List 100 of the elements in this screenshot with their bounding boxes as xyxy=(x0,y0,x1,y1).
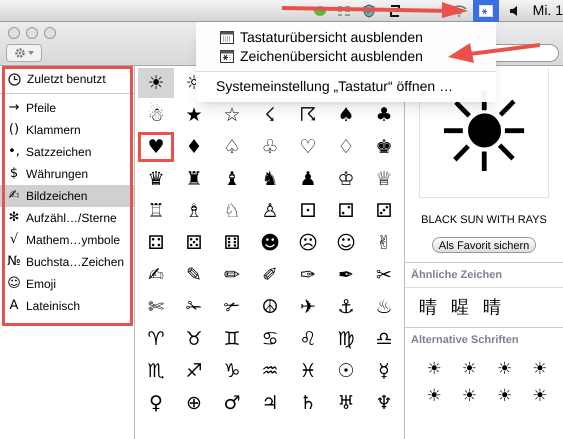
character-cell[interactable]: ☇ xyxy=(252,100,288,130)
menu-item[interactable]: Tastaturübersicht ausblenden xyxy=(220,28,423,47)
character-cell[interactable]: ♠ xyxy=(328,100,364,130)
alternative-glyph[interactable]: ☀ xyxy=(462,388,477,404)
character-cell[interactable]: ♙ xyxy=(252,196,288,226)
sidebar-item[interactable]: Zuletzt benutzt xyxy=(0,68,134,90)
character-cell[interactable]: ♔ xyxy=(328,164,364,194)
similar-character[interactable]: 暒 xyxy=(451,294,469,321)
character-cell[interactable]: ☃ xyxy=(138,100,174,130)
character-cell[interactable]: ☆ xyxy=(214,100,250,130)
character-cell[interactable]: ♍ xyxy=(328,324,364,354)
menu-item[interactable]: Zeichenübersicht ausblenden xyxy=(220,47,423,66)
character-cell[interactable]: ♈ xyxy=(138,324,174,354)
character-cell[interactable]: ✏ xyxy=(214,260,250,290)
sidebar-item[interactable]: № Buchsta…Zeichen xyxy=(0,251,134,273)
character-cell[interactable]: ♆ xyxy=(366,388,402,418)
alternative-glyph[interactable]: ☀ xyxy=(532,388,548,404)
character-cell[interactable]: ✐ xyxy=(252,260,288,290)
character-cell[interactable]: ⚀ xyxy=(290,196,326,226)
zoom-button[interactable] xyxy=(44,27,56,39)
character-cell[interactable]: ♜ xyxy=(176,164,212,194)
character-cell[interactable]: ♛ xyxy=(138,164,174,194)
menu-clock[interactable]: Mi. 1 xyxy=(532,0,563,21)
character-cell[interactable]: ♑ xyxy=(214,356,250,386)
character-cell[interactable]: ♏ xyxy=(138,356,174,386)
leaf-icon[interactable] xyxy=(312,4,327,18)
character-cell[interactable]: ☻ xyxy=(252,228,288,258)
character-cell[interactable]: ⚄ xyxy=(176,228,212,258)
character-cell[interactable]: ✒ xyxy=(328,260,364,290)
minimize-button[interactable] xyxy=(26,27,38,39)
character-cell[interactable]: ♓ xyxy=(290,356,326,386)
character-cell[interactable]: ♦ xyxy=(176,132,212,162)
character-cell[interactable]: ♀ xyxy=(138,388,174,418)
character-cell[interactable]: ☿ xyxy=(366,356,402,386)
character-cell[interactable]: ♡ xyxy=(290,132,326,162)
similar-character[interactable]: 晴 xyxy=(483,294,501,321)
character-cell[interactable]: ♒ xyxy=(252,356,288,386)
character-cell[interactable]: ♂ xyxy=(214,388,250,418)
character-cell[interactable]: ✃ xyxy=(214,292,250,322)
character-cell[interactable]: ⚅ xyxy=(214,228,250,258)
alternative-glyph[interactable]: ☀ xyxy=(497,388,512,404)
character-cell[interactable]: ⚃ xyxy=(138,228,174,258)
character-cell[interactable]: ♉ xyxy=(176,324,212,354)
sidebar-item[interactable]: ☺ Emoji xyxy=(0,273,134,295)
character-cell[interactable]: ♚ xyxy=(366,132,402,162)
character-cell[interactable]: ♘ xyxy=(214,196,250,226)
character-cell[interactable]: ♝ xyxy=(214,164,250,194)
character-cell[interactable]: ☈ xyxy=(290,100,326,130)
character-cell[interactable]: ♟ xyxy=(290,164,326,194)
favorite-button[interactable]: Als Favorit sichern xyxy=(432,236,536,252)
character-cell[interactable]: ✍ xyxy=(138,260,174,290)
character-cell[interactable]: ♌ xyxy=(290,324,326,354)
character-cell[interactable]: ☹ xyxy=(290,228,326,258)
character-cell[interactable]: ♞ xyxy=(252,164,288,194)
character-cell[interactable]: ♐ xyxy=(176,356,212,386)
character-cell[interactable]: ♅ xyxy=(328,388,364,418)
alternative-glyph[interactable]: ☀ xyxy=(497,360,512,378)
sidebar-item[interactable]: () Klammern xyxy=(0,119,134,141)
sidebar-item[interactable]: √ Mathem…ymbole xyxy=(0,229,134,251)
character-cell[interactable]: ♕ xyxy=(366,164,402,194)
alternative-glyph[interactable]: ☀ xyxy=(426,360,442,378)
sidebar-item[interactable]: ✻ Aufzähl…/Sterne xyxy=(0,207,134,229)
character-cell[interactable]: ♖ xyxy=(138,196,174,226)
similar-character[interactable]: 晴 xyxy=(419,294,437,321)
character-cell[interactable]: ♣ xyxy=(366,100,402,130)
sidebar-item[interactable]: ✍ Bildzeichen xyxy=(0,185,134,207)
character-cell[interactable]: ✑ xyxy=(290,260,326,290)
close-button[interactable] xyxy=(8,27,20,39)
sidebar-item[interactable]: → Pfeile xyxy=(0,97,134,119)
character-cell[interactable]: ✂ xyxy=(366,260,402,290)
character-cell[interactable]: ☉ xyxy=(328,356,364,386)
character-cell[interactable]: ♎ xyxy=(366,324,402,354)
character-cell[interactable]: ♋ xyxy=(252,324,288,354)
character-cell[interactable]: ♤ xyxy=(214,132,250,162)
character-cell[interactable]: ♢ xyxy=(328,132,364,162)
character-cell[interactable]: ♄ xyxy=(290,388,326,418)
character-cell[interactable]: ✎ xyxy=(176,260,212,290)
sidebar-item[interactable]: •, Satzzeichen xyxy=(0,141,134,163)
character-cell[interactable]: ♃ xyxy=(252,388,288,418)
character-cell[interactable]: ☀ xyxy=(138,68,174,98)
character-cell[interactable]: ✈ xyxy=(290,292,326,322)
character-cell[interactable]: ♊ xyxy=(214,324,250,354)
character-cell[interactable]: ☮ xyxy=(252,292,288,322)
character-cell[interactable]: ⚓ xyxy=(328,292,364,322)
alternative-glyph[interactable]: ☀ xyxy=(426,388,442,404)
alternative-glyph[interactable]: ☀ xyxy=(462,360,477,378)
character-cell[interactable]: ♥ xyxy=(138,132,174,162)
grid-icon[interactable] xyxy=(336,4,351,16)
character-cell[interactable]: ♧ xyxy=(252,132,288,162)
sidebar-item[interactable]: $ Währungen xyxy=(0,163,134,185)
action-menu-button[interactable] xyxy=(6,44,42,62)
character-cell[interactable]: ★ xyxy=(176,100,212,130)
character-cell[interactable]: ☺ xyxy=(328,228,364,258)
sidebar-item[interactable]: A Lateinisch xyxy=(0,295,134,317)
character-cell[interactable]: ⚁ xyxy=(328,196,364,226)
character-cell[interactable]: ♨ xyxy=(366,292,402,322)
alternative-glyph[interactable]: ☀ xyxy=(532,360,548,378)
input-menu-icon[interactable] xyxy=(472,0,499,22)
character-cell[interactable]: ⊕ xyxy=(176,388,212,418)
character-cell[interactable]: ✁ xyxy=(176,292,212,322)
